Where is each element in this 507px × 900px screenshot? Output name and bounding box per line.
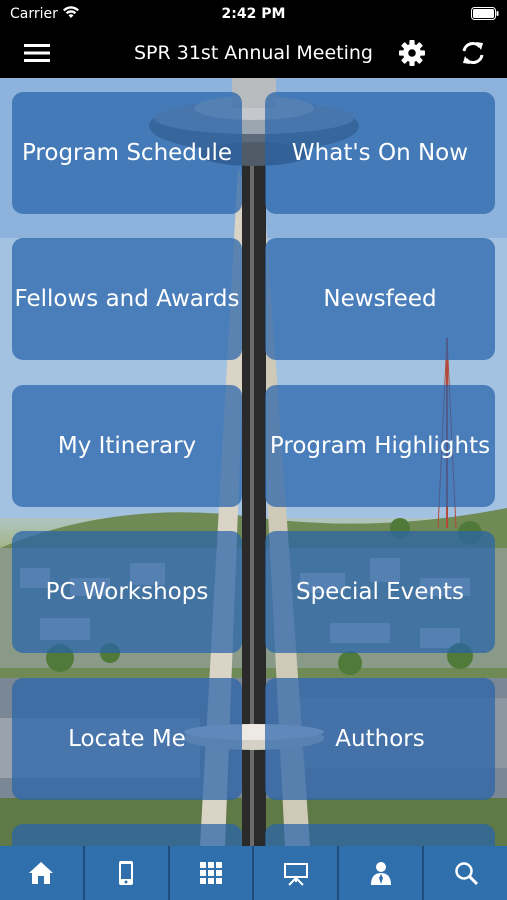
status-bar: Carrier 2:42 PM: [0, 0, 507, 28]
tile-special-events[interactable]: Special Events: [265, 531, 495, 653]
tab-bar: [0, 846, 507, 900]
tile-fellows-and-awards[interactable]: Fellows and Awards: [12, 238, 242, 360]
tile-program-schedule[interactable]: Program Schedule: [12, 92, 242, 214]
presentation-icon: [283, 863, 308, 886]
grid-icon: [200, 862, 223, 884]
tile-my-itinerary[interactable]: My Itinerary: [12, 385, 242, 507]
tab-home[interactable]: [0, 846, 83, 900]
nav-bar: SPR 31st Annual Meeting: [0, 28, 507, 78]
status-time: 2:42 PM: [221, 6, 286, 22]
battery-icon: [471, 7, 499, 20]
tile-whats-on-now[interactable]: What's On Now: [265, 92, 495, 214]
refresh-icon[interactable]: [459, 39, 487, 67]
tab-presentation[interactable]: [252, 846, 337, 900]
page-title: SPR 31st Annual Meeting: [133, 42, 373, 64]
tile-pc-workshops[interactable]: PC Workshops: [12, 531, 242, 653]
tab-grid[interactable]: [167, 846, 253, 900]
tile-partial-left[interactable]: [12, 824, 242, 846]
home-icon: [29, 862, 54, 884]
tab-speaker[interactable]: [337, 846, 422, 900]
gear-icon[interactable]: [398, 39, 426, 67]
search-icon: [454, 862, 478, 886]
phone-icon: [119, 861, 134, 885]
tile-newsfeed[interactable]: Newsfeed: [265, 238, 495, 360]
tab-search[interactable]: [422, 846, 507, 900]
tile-program-highlights[interactable]: Program Highlights: [265, 385, 495, 507]
tile-authors[interactable]: Authors: [265, 678, 495, 800]
user-icon: [370, 862, 391, 885]
tab-mobile[interactable]: [82, 846, 168, 900]
tile-partial-right[interactable]: [265, 824, 495, 846]
main-dashboard: Program Schedule What's On Now Fellows a…: [0, 78, 507, 846]
tile-locate-me[interactable]: Locate Me: [12, 678, 242, 800]
